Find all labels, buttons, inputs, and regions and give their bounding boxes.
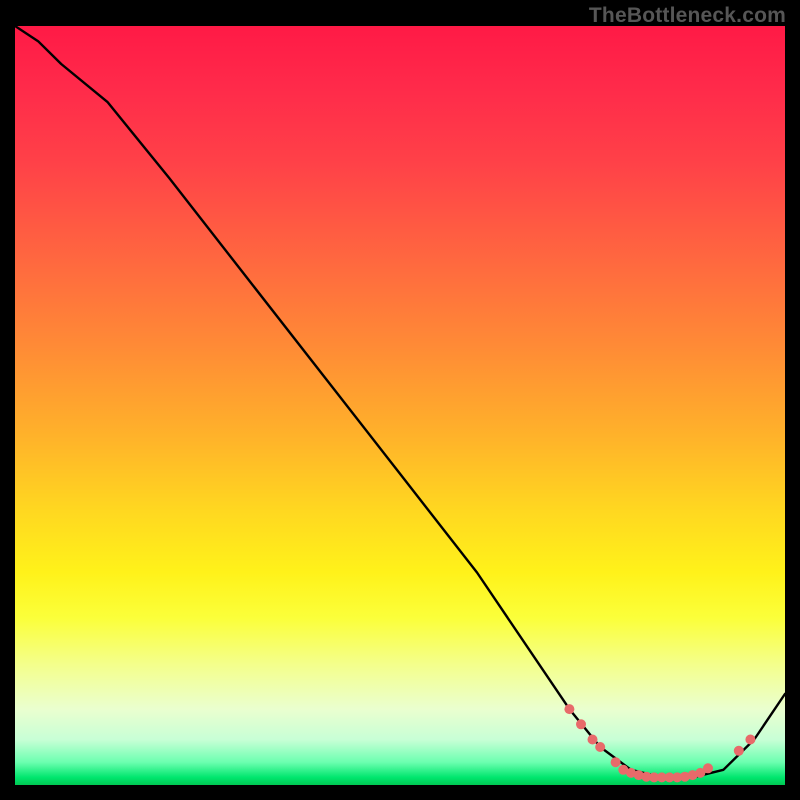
highlight-dots [564, 704, 755, 782]
watermark-label: TheBottleneck.com [589, 4, 786, 28]
bottleneck-curve [15, 26, 785, 777]
curve-layer [15, 26, 785, 785]
highlight-dot [595, 742, 605, 752]
highlight-dot [611, 757, 621, 767]
highlight-dot [703, 763, 713, 773]
highlight-dot [576, 719, 586, 729]
highlight-dot [564, 704, 574, 714]
highlight-dot [588, 735, 598, 745]
chart-frame: TheBottleneck.com [0, 0, 800, 800]
plot-area [15, 26, 785, 785]
highlight-dot [734, 746, 744, 756]
highlight-dot [745, 735, 755, 745]
